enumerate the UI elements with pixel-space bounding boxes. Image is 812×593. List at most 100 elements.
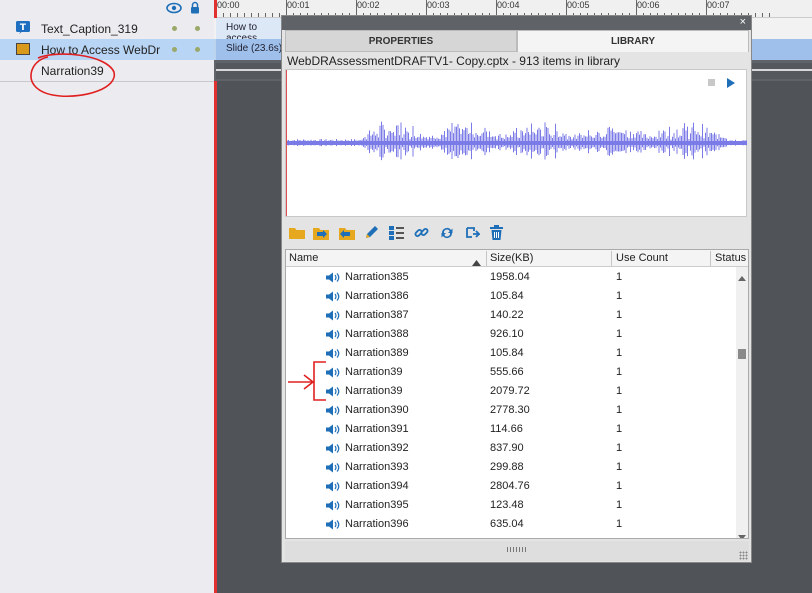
ruler-tick [223, 13, 224, 17]
item-use-count: 1 [616, 518, 623, 530]
panel-titlebar[interactable]: × [282, 16, 751, 30]
usage-link-icon[interactable] [412, 223, 431, 242]
audio-speaker-icon [326, 310, 341, 324]
import-icon[interactable] [312, 223, 331, 242]
table-header: Name Size(KB) Use Count Status [286, 250, 748, 269]
item-use-count: 1 [616, 271, 623, 283]
layer-row-text-caption[interactable]: T Text_Caption_319 [0, 18, 214, 39]
table-row[interactable]: Narration386 105.84 1 [286, 287, 738, 306]
table-row[interactable]: Narration395 123.48 1 [286, 496, 738, 515]
waveform [287, 121, 747, 161]
table-row[interactable]: Narration385 1958.04 1 [286, 268, 738, 287]
visibility-dot[interactable] [172, 26, 177, 31]
resize-grip-icon[interactable] [507, 547, 527, 552]
ruler-tick-label: 00:04 [497, 0, 520, 10]
item-size: 837.90 [490, 442, 524, 454]
audio-speaker-icon [326, 462, 341, 476]
table-row[interactable]: Narration387 140.22 1 [286, 306, 738, 325]
table-row[interactable]: Narration388 926.10 1 [286, 325, 738, 344]
ruler-tick [237, 13, 238, 17]
column-divider[interactable] [611, 251, 612, 266]
tab-library[interactable]: LIBRARY [517, 30, 749, 52]
column-divider[interactable] [486, 251, 487, 266]
column-header-size[interactable]: Size(KB) [490, 252, 533, 264]
scroll-down-icon[interactable] [738, 529, 746, 538]
tab-properties[interactable]: PROPERTIES [285, 30, 517, 52]
item-size: 555.66 [490, 366, 524, 378]
export-icon[interactable] [337, 223, 356, 242]
lock-icon[interactable] [190, 1, 200, 17]
properties-icon[interactable] [387, 223, 406, 242]
item-size: 114.66 [490, 423, 523, 435]
table-row[interactable]: Narration392 837.90 1 [286, 439, 738, 458]
item-name: Narration39 [345, 366, 403, 378]
visibility-eye-icon[interactable] [166, 2, 182, 17]
table-row[interactable]: Narration394 2804.76 1 [286, 477, 738, 496]
annotation-arrow [288, 361, 326, 401]
item-size: 123.48 [490, 499, 524, 511]
item-name: Narration395 [345, 499, 409, 511]
table-row[interactable]: Narration39 2079.72 1 [286, 382, 738, 401]
audio-speaker-icon [326, 443, 341, 457]
layer-name: Text_Caption_319 [41, 21, 138, 36]
panel-statusbar [285, 541, 749, 561]
scroll-thumb[interactable] [738, 349, 746, 359]
item-size: 299.88 [490, 461, 524, 473]
table-row[interactable]: Narration393 299.88 1 [286, 458, 738, 477]
ruler-tick [251, 13, 252, 17]
annotation-circle [30, 53, 115, 98]
duplicate-icon[interactable] [462, 223, 481, 242]
svg-text:T: T [20, 23, 27, 33]
edit-icon[interactable] [362, 223, 381, 242]
ruler-tick-label: 00:01 [287, 0, 310, 10]
lock-dot[interactable] [195, 26, 200, 31]
item-size: 105.84 [490, 290, 524, 302]
lock-dot[interactable] [195, 47, 200, 52]
ruler-tick-label: 00:03 [427, 0, 450, 10]
item-size: 1958.04 [490, 271, 530, 283]
ruler-tick [230, 13, 231, 17]
update-icon[interactable] [437, 223, 456, 242]
playhead[interactable] [214, 0, 217, 593]
item-size: 2778.30 [490, 404, 530, 416]
ruler-tick [762, 13, 763, 17]
table-row[interactable]: Narration390 2778.30 1 [286, 401, 738, 420]
item-size: 2804.76 [490, 480, 530, 492]
audio-speaker-icon [326, 272, 341, 286]
item-use-count: 1 [616, 328, 623, 340]
layers-header [0, 0, 214, 18]
close-icon[interactable]: × [740, 16, 746, 28]
ruler-tick [769, 13, 770, 17]
table-row[interactable]: Narration396 635.04 1 [286, 515, 738, 534]
audio-speaker-icon [326, 291, 341, 305]
library-panel: × PROPERTIES LIBRARY WebDRAssessmentDRAF… [281, 15, 752, 563]
item-use-count: 1 [616, 442, 623, 454]
item-use-count: 1 [616, 366, 623, 378]
library-items-table: Name Size(KB) Use Count Status Narration… [285, 249, 749, 539]
item-size: 635.04 [490, 518, 524, 530]
column-header-status[interactable]: Status [715, 252, 746, 264]
table-row[interactable]: Narration391 114.66 1 [286, 420, 738, 439]
ruler-tick [755, 13, 756, 17]
item-name: Narration392 [345, 442, 409, 454]
table-row[interactable]: Narration389 105.84 1 [286, 344, 738, 363]
column-header-name[interactable]: Name [289, 252, 318, 264]
column-divider[interactable] [710, 251, 711, 266]
visibility-dot[interactable] [172, 47, 177, 52]
delete-icon[interactable] [487, 223, 506, 242]
corner-resize-icon[interactable] [739, 551, 748, 560]
column-header-use-count[interactable]: Use Count [616, 252, 668, 264]
item-size: 2079.72 [490, 385, 530, 397]
vertical-scrollbar[interactable] [736, 267, 748, 538]
item-name: Narration39 [345, 385, 403, 397]
panel-tabs: PROPERTIES LIBRARY [285, 30, 749, 52]
sort-ascending-icon[interactable] [472, 255, 481, 269]
item-name: Narration389 [345, 347, 409, 359]
item-name: Narration394 [345, 480, 409, 492]
open-folder-icon[interactable] [287, 223, 306, 242]
scroll-up-icon[interactable] [738, 270, 746, 284]
caption-clip[interactable]: How to access [216, 18, 286, 44]
table-row[interactable]: Narration39 555.66 1 [286, 363, 738, 382]
audio-speaker-icon [326, 405, 341, 419]
audio-speaker-icon [326, 500, 341, 514]
